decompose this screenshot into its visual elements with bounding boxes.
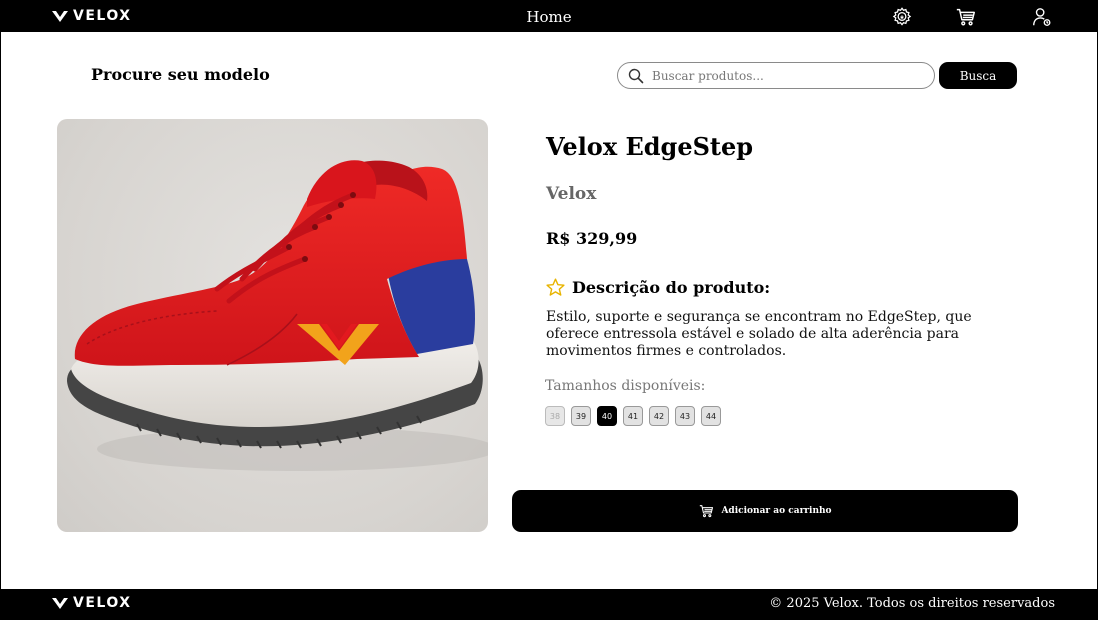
product-description: Estilo, suporte e segurança se encontram… <box>546 309 972 359</box>
size-option-43[interactable]: 43 <box>675 406 695 426</box>
user-account-icon[interactable] <box>1031 6 1053 28</box>
footer-logo[interactable]: VELOX <box>51 596 132 610</box>
logo-text: VELOX <box>73 8 132 24</box>
search-button[interactable]: Busca <box>939 62 1017 89</box>
velox-logo-mark-icon <box>52 10 68 22</box>
search-box[interactable] <box>617 62 935 89</box>
add-to-cart-button[interactable]: Adicionar ao carrinho <box>512 490 1018 532</box>
add-to-cart-label: Adicionar ao carrinho <box>721 506 832 516</box>
cart-icon <box>700 505 714 518</box>
size-option-41[interactable]: 41 <box>623 406 643 426</box>
size-selector: 38 39 40 41 42 43 44 <box>545 406 721 426</box>
search-icon <box>628 68 644 84</box>
velox-logo-mark-icon <box>52 597 68 609</box>
footer: VELOX © 2025 Velox. Todos os direitos re… <box>1 589 1097 619</box>
copyright-text: © 2025 Velox. Todos os direitos reservad… <box>769 596 1055 611</box>
svg-text:◉: ◉ <box>900 15 904 20</box>
product-image <box>57 119 488 532</box>
size-option-42[interactable]: 42 <box>649 406 669 426</box>
footer-logo-text: VELOX <box>73 595 132 611</box>
product-brand: Velox <box>546 184 597 204</box>
size-option-38: 38 <box>545 406 565 426</box>
search-input[interactable] <box>652 66 922 86</box>
size-option-39[interactable]: 39 <box>571 406 591 426</box>
product-name: Velox EdgeStep <box>546 132 754 161</box>
product-price: R$ 329,99 <box>546 229 638 248</box>
settings-icon[interactable]: ◉ <box>891 6 913 28</box>
velox-logo[interactable]: VELOX <box>51 9 132 23</box>
size-option-40[interactable]: 40 <box>597 406 617 426</box>
sneaker-illustration <box>67 160 488 471</box>
top-navigation-bar: VELOX Home ◉ <box>1 1 1097 32</box>
cart-icon[interactable] <box>955 6 977 28</box>
sizes-label: Tamanhos disponíveis: <box>545 378 706 394</box>
size-option-44[interactable]: 44 <box>701 406 721 426</box>
description-heading: Descrição do produto: <box>545 277 770 298</box>
description-title: Descrição do produto: <box>572 278 771 297</box>
star-icon <box>546 278 565 296</box>
nav-home-link[interactable]: Home <box>526 8 571 26</box>
section-title: Procure seu modelo <box>91 65 270 84</box>
